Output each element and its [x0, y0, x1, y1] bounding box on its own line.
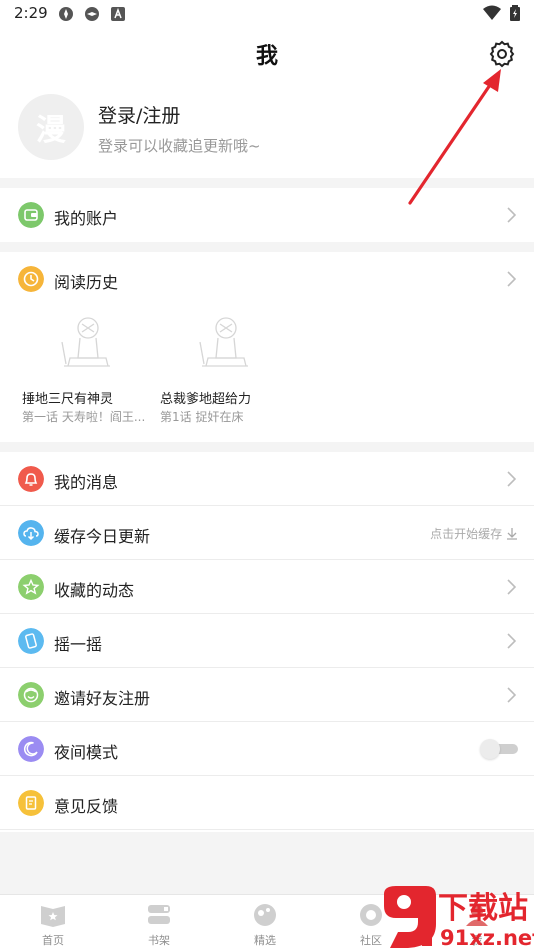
- menu-item-history[interactable]: 阅读历史: [0, 252, 534, 306]
- cover-placeholder-illustration: [61, 317, 110, 367]
- chevron-right-icon: [507, 579, 516, 595]
- system-status-icons: [482, 5, 520, 25]
- menu-item-label: 阅读历史: [54, 273, 119, 292]
- history-book-chapter: 第1话 捉奸在床: [160, 410, 244, 424]
- site-watermark-logo: 下载站 91xz.net: [384, 886, 534, 950]
- wallet-icon: [18, 202, 44, 228]
- bell-icon: [18, 466, 44, 492]
- menu-item-favorites[interactable]: 收藏的动态: [0, 560, 534, 614]
- watermark-bottom-text: 91xz.net: [440, 926, 534, 950]
- cache-start-hint-text: 点击开始缓存: [430, 527, 503, 541]
- history-book[interactable]: 总裁爹地超给力 第1话 捉奸在床: [160, 312, 310, 432]
- tab-bookshelf[interactable]: 书架: [106, 895, 212, 951]
- divider: [0, 829, 534, 830]
- star-icon: [18, 574, 44, 600]
- settings-gear-icon[interactable]: [488, 40, 516, 68]
- menu-item-night-mode: 夜间模式: [0, 722, 534, 776]
- status-time: 2:29: [14, 4, 48, 22]
- menu-item-account[interactable]: 我的账户: [0, 188, 534, 242]
- profile-header: 我 漫 登录/注册 登录可以收藏追更新哦~: [0, 28, 534, 178]
- font-notification-icon: [111, 7, 125, 21]
- featured-icon: [254, 904, 276, 926]
- history-section: 阅读历史 捶地三尺有神灵 第一话 天寿啦！阎王... 总裁爹地超给力 第1话 捉…: [0, 252, 534, 442]
- menu-item-label: 意见反馈: [54, 797, 119, 816]
- phone-shake-icon: [18, 628, 44, 654]
- history-book-title: 捶地三尺有神灵: [22, 392, 114, 407]
- menu-item-cache-updates[interactable]: 缓存今日更新 点击开始缓存: [0, 506, 534, 560]
- menu-item-label: 我的账户: [54, 209, 119, 228]
- menu-item-label: 夜间模式: [54, 743, 119, 762]
- feedback-note-icon: [18, 790, 44, 816]
- history-book-chapter: 第一话 天寿啦！阎王...: [22, 410, 146, 424]
- chevron-right-icon: [507, 471, 516, 487]
- menu-item-label: 邀请好友注册: [54, 689, 151, 708]
- menu-item-feedback[interactable]: 意见反馈: [0, 776, 534, 830]
- avatar[interactable]: 漫: [18, 94, 84, 160]
- chevron-right-icon: [507, 687, 516, 703]
- history-book-title: 总裁爹地超给力: [160, 392, 252, 407]
- login-hint-text: 登录可以收藏追更新哦~: [98, 137, 261, 155]
- history-book[interactable]: 捶地三尺有神灵 第一话 天寿啦！阎王...: [22, 312, 172, 432]
- menu-item-label: 缓存今日更新: [54, 527, 151, 546]
- tab-label: 精选: [254, 934, 276, 947]
- status-bar: 2:29: [0, 0, 534, 28]
- tab-label: 首页: [42, 934, 64, 947]
- app-notification-icon: [59, 7, 73, 21]
- settings-menu-section: 我的消息 缓存今日更新 点击开始缓存 收藏的动态 摇一摇 邀请好友注册 夜间模式: [0, 452, 534, 832]
- cache-start-hint[interactable]: 点击开始缓存: [430, 525, 518, 542]
- history-book-list: 捶地三尺有神灵 第一话 天寿啦！阎王... 总裁爹地超给力 第1话 捉奸在床: [0, 306, 534, 442]
- smile-face-icon: [18, 682, 44, 708]
- menu-item-messages[interactable]: 我的消息: [0, 452, 534, 506]
- wifi-icon: [482, 5, 501, 20]
- menu-item-label: 收藏的动态: [54, 581, 135, 600]
- cloud-download-icon: [18, 520, 44, 546]
- chevron-right-icon: [507, 207, 516, 223]
- night-mode-toggle[interactable]: [480, 739, 518, 759]
- menu-item-label: 摇一摇: [54, 635, 103, 654]
- toggle-knob: [480, 739, 500, 759]
- tab-home[interactable]: 首页: [0, 895, 106, 951]
- download-arrow-icon: [507, 528, 517, 540]
- chevron-right-icon: [507, 633, 516, 649]
- home-book-icon: [41, 906, 65, 927]
- bookshelf-icon: [148, 905, 170, 924]
- chevron-right-icon: [507, 271, 516, 287]
- menu-item-label: 我的消息: [54, 473, 119, 492]
- menu-item-shake[interactable]: 摇一摇: [0, 614, 534, 668]
- page-title: 我: [255, 44, 278, 69]
- watermark-top-text: 下载站: [438, 891, 528, 926]
- tab-featured[interactable]: 精选: [212, 895, 318, 951]
- account-section: 我的账户: [0, 188, 534, 242]
- app-notification-icon-2: [85, 7, 99, 21]
- login-register-link[interactable]: 登录/注册: [98, 101, 180, 128]
- tab-label: 书架: [148, 934, 170, 947]
- menu-item-invite[interactable]: 邀请好友注册: [0, 668, 534, 722]
- history-clock-icon: [18, 266, 44, 292]
- cover-placeholder-illustration: [199, 317, 248, 367]
- avatar-placeholder-text: 漫: [36, 113, 66, 148]
- moon-icon: [18, 736, 44, 762]
- battery-icon: [510, 5, 520, 21]
